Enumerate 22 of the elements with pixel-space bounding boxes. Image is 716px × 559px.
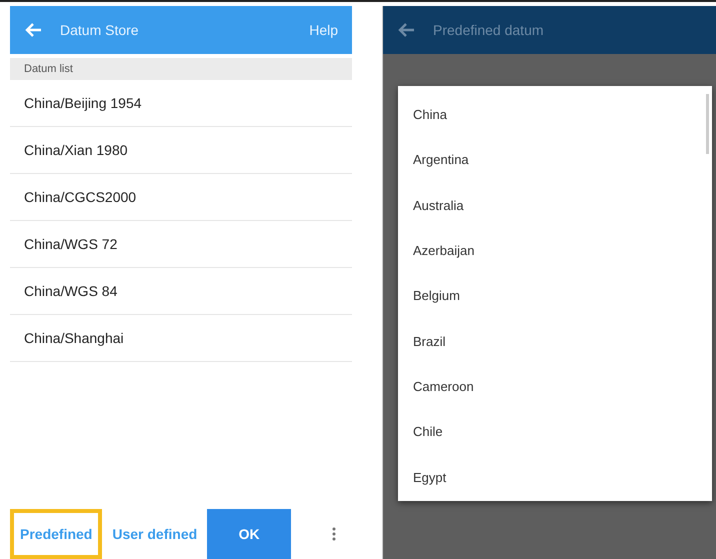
dropdown-option[interactable]: Argentina (398, 137, 712, 183)
datum-list-item[interactable]: China/Beijing 1954 (10, 80, 352, 127)
datum-list-item[interactable]: China/Shanghai (10, 315, 352, 362)
datum-list-item[interactable]: China/Xian 1980 (10, 127, 352, 174)
dropdown-option[interactable]: Brazil (398, 318, 712, 364)
ok-button[interactable]: OK (207, 509, 292, 559)
dropdown-option[interactable]: Egypt (398, 454, 712, 500)
dropdown-option[interactable]: Azerbaijan (398, 228, 712, 274)
dropdown-option[interactable]: Australia (398, 182, 712, 228)
datum-list-item[interactable]: China/WGS 84 (10, 268, 352, 315)
section-header: Datum list (10, 58, 352, 80)
back-arrow-icon[interactable] (397, 22, 415, 38)
screen-title: Predefined datum (433, 22, 545, 38)
dropdown-option[interactable]: Chile (398, 409, 712, 454)
scrollbar-thumb (706, 94, 709, 154)
more-options-icon[interactable] (332, 527, 336, 541)
datum-list-item[interactable]: China/CGCS2000 (10, 174, 352, 221)
screen-title: Datum Store (60, 22, 140, 38)
dropdown-option[interactable]: China (398, 92, 712, 138)
dropdown-option[interactable]: Belgium (398, 273, 712, 318)
dropdown-option[interactable]: Cameroon (398, 364, 712, 410)
datum-list-item[interactable]: China/WGS 72 (10, 221, 352, 268)
